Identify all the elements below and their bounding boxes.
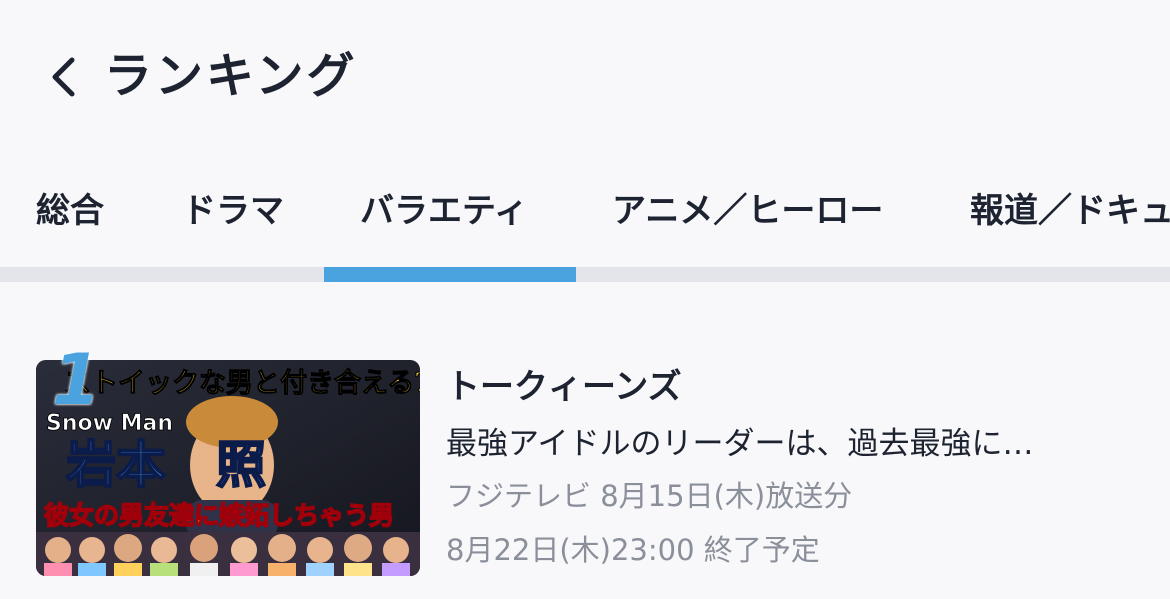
tab-active-indicator [324,267,576,282]
back-button[interactable] [38,52,88,102]
page-title: ランキング [104,48,358,104]
tab-drama[interactable]: ドラマ [182,188,284,234]
chevron-left-icon [52,57,75,97]
header: ランキング [0,0,1170,150]
rank-number: 1 [52,339,101,421]
category-tabs: 総合 ドラマ バラエティ アニメ／ヒーロー 報道／ドキュ [0,168,1170,282]
tab-variety[interactable]: バラエティ [360,188,528,234]
tab-news-documentary[interactable]: 報道／ドキュ [970,188,1170,234]
ranking-item[interactable]: ストイックな男と付き合える? Snow Man 岩本 照 彼女の男友達に嫉妬しち… [0,340,1170,590]
program-title: トークィーンズ [446,367,682,407]
thumbnail-caption: 彼女の男友達に嫉妬しちゃう男 [44,501,394,530]
thumbnail-name: 岩本 照 [66,436,266,494]
tab-anime-hero[interactable]: アニメ／ヒーロー [612,188,883,234]
program-end-date: 8月22日(木)23:00 終了予定 [446,533,820,567]
program-broadcast-info: フジテレビ 8月15日(木)放送分 [446,479,853,513]
thumbnail-headline: ストイックな男と付き合える? [64,367,420,399]
program-description: 最強アイドルのリーダーは、過去最強に… [446,426,1034,462]
tab-track [0,267,1170,282]
tab-general[interactable]: 総合 [36,188,104,234]
